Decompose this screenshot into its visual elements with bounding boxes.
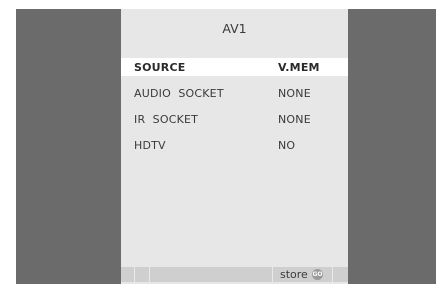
go-button-icon[interactable]: GO — [312, 269, 323, 280]
menu-item-audio-socket[interactable]: AUDIO SOCKET NONE — [121, 84, 348, 102]
footer-divider — [272, 267, 273, 282]
menu-item-hdtv[interactable]: HDTV NO — [121, 136, 348, 154]
menu-panel: AV1 SOURCE V.MEM AUDIO SOCKET NONE IR SO… — [121, 9, 348, 284]
screen-background: AV1 SOURCE V.MEM AUDIO SOCKET NONE IR SO… — [16, 9, 436, 284]
footer-divider — [332, 267, 333, 282]
menu-item-value: NONE — [278, 113, 311, 126]
footer-divider — [149, 267, 150, 282]
menu-item-source[interactable]: SOURCE V.MEM — [121, 58, 348, 76]
menu-item-ir-socket[interactable]: IR SOCKET NONE — [121, 110, 348, 128]
menu-item-label: HDTV — [134, 139, 166, 152]
settings-menu: SOURCE V.MEM AUDIO SOCKET NONE IR SOCKET… — [121, 58, 348, 162]
menu-item-label: SOURCE — [134, 61, 186, 74]
menu-item-label: IR SOCKET — [134, 113, 199, 126]
footer-divider — [134, 267, 135, 282]
menu-item-value: NO — [278, 139, 296, 152]
menu-item-value: NONE — [278, 87, 311, 100]
menu-item-value: V.MEM — [278, 61, 320, 74]
menu-item-label: AUDIO SOCKET — [134, 87, 224, 100]
store-label: store — [280, 268, 308, 281]
footer-bar: store GO — [121, 267, 348, 282]
menu-title: AV1 — [222, 21, 247, 36]
